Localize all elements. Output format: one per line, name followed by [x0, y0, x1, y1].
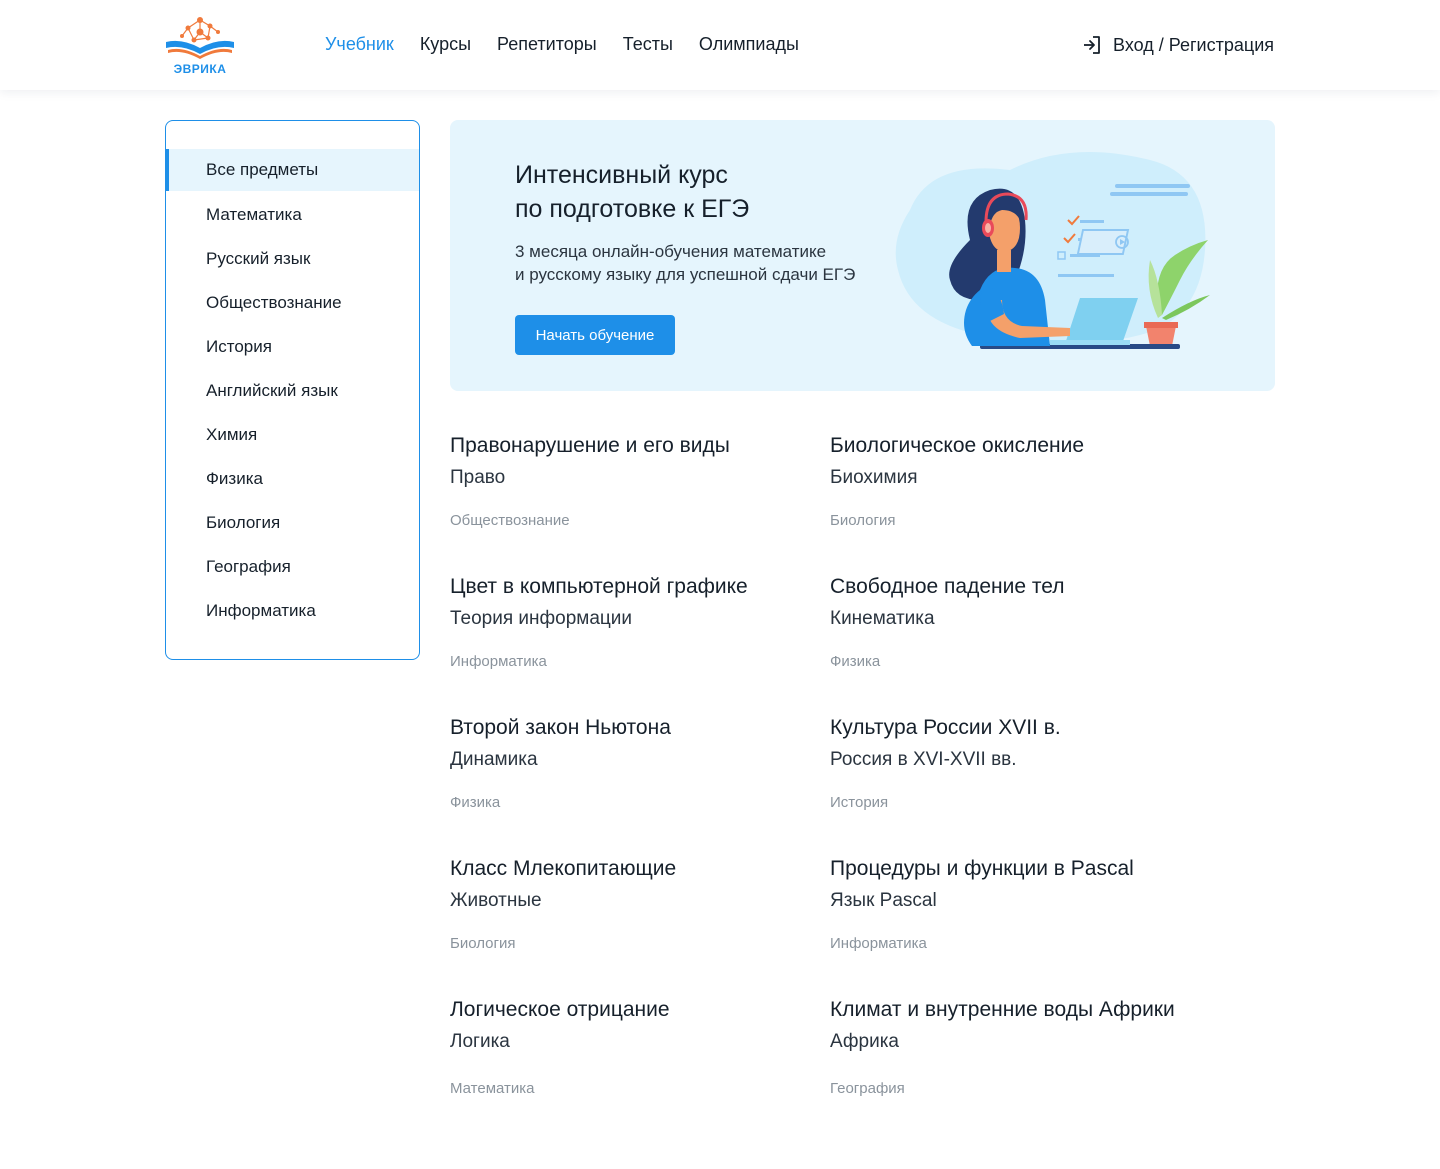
card-title: Климат и внутренние воды Африки — [830, 998, 1175, 1021]
card-subject: Информатика — [450, 653, 547, 670]
card-subject: Биология — [830, 512, 896, 529]
lesson-card[interactable]: Класс Млекопитающие Животные Биология — [450, 855, 820, 975]
sidebar-item-chemistry[interactable]: Химия — [166, 413, 419, 457]
sidebar-item-math[interactable]: Математика — [166, 193, 419, 237]
login-icon — [1084, 36, 1100, 54]
card-topic: Африка — [830, 1031, 899, 1052]
card-title: Свободное падение тел — [830, 575, 1065, 598]
banner-subtitle: 3 месяца онлайн-обучения математике и ру… — [515, 240, 895, 286]
card-subject: Физика — [450, 794, 501, 811]
login-button[interactable]: Вход / Регистрация — [1081, 34, 1274, 56]
card-topic: Россия в XVI-XVII вв. — [830, 749, 1017, 770]
card-title: Биологическое окисление — [830, 434, 1085, 457]
card-title: Культура России XVII в. — [830, 716, 1061, 739]
banner-title-line1: Интенсивный курс — [515, 161, 728, 189]
logo[interactable]: ЭВРИКА — [164, 12, 236, 78]
card-subject: Физика — [830, 653, 881, 670]
login-label: Вход / Регистрация — [1113, 34, 1274, 55]
start-learning-button[interactable]: Начать обучение — [515, 315, 675, 355]
card-title: Класс Млекопитающие — [450, 857, 677, 880]
sidebar-item-english[interactable]: Английский язык — [166, 369, 419, 413]
card-subject: География — [830, 1080, 905, 1097]
lesson-card[interactable]: Логическое отрицание Логика Математика — [450, 996, 820, 1116]
banner-subtitle-line2: и русскому языку для успешной сдачи ЕГЭ — [515, 265, 856, 284]
sidebar-item-history[interactable]: История — [166, 325, 419, 369]
card-subject: Биология — [450, 935, 516, 952]
lesson-card[interactable]: Цвет в компьютерной графике Теория инфор… — [450, 573, 820, 693]
banner-title: Интенсивный курс по подготовке к ЕГЭ — [515, 158, 835, 226]
subject-sidebar: Все предметы Математика Русский язык Общ… — [165, 120, 420, 660]
card-topic: Право — [450, 467, 506, 488]
card-subject: Математика — [450, 1080, 535, 1097]
card-topic: Теория информации — [450, 608, 633, 629]
student-laptop-illustration — [895, 152, 1210, 349]
nav-olympiads[interactable]: Олимпиады — [699, 34, 799, 55]
card-topic: Динамика — [450, 749, 538, 770]
lesson-card[interactable]: Биологическое окисление Биохимия Биологи… — [830, 432, 1200, 552]
site-header: ЭВРИКА Учебник Курсы Репетиторы Тесты Ол… — [0, 0, 1440, 90]
main-nav: Учебник Курсы Репетиторы Тесты Олимпиады — [325, 34, 799, 55]
card-title: Процедуры и функции в Pascal — [830, 857, 1134, 880]
card-topic: Кинематика — [830, 608, 935, 629]
banner-subtitle-line1: 3 месяца онлайн-обучения математике — [515, 242, 827, 261]
sidebar-item-all[interactable]: Все предметы — [166, 149, 419, 191]
card-topic: Язык Pascal — [830, 890, 937, 911]
promo-banner: Интенсивный курс по подготовке к ЕГЭ 3 м… — [450, 120, 1275, 391]
card-subject: Обществознание — [450, 512, 570, 529]
lesson-card[interactable]: Правонарушение и его виды Право Общество… — [450, 432, 820, 552]
lesson-card[interactable]: Второй закон Ньютона Динамика Физика — [450, 714, 820, 834]
sidebar-item-geography[interactable]: География — [166, 545, 419, 589]
nav-textbook[interactable]: Учебник — [325, 34, 394, 55]
card-title: Цвет в компьютерной графике — [450, 575, 748, 598]
nav-tests[interactable]: Тесты — [623, 34, 673, 55]
card-title: Правонарушение и его виды — [450, 434, 730, 457]
card-title: Второй закон Ньютона — [450, 716, 671, 739]
sidebar-item-informatics[interactable]: Информатика — [166, 589, 419, 633]
sidebar-item-social[interactable]: Обществознание — [166, 281, 419, 325]
card-topic: Биохимия — [830, 467, 918, 488]
sidebar-item-russian[interactable]: Русский язык — [166, 237, 419, 281]
card-topic: Логика — [450, 1031, 510, 1052]
lesson-card[interactable]: Климат и внутренние воды Африки Африка Г… — [830, 996, 1200, 1116]
logo-text: ЭВРИКА — [173, 62, 227, 76]
sidebar-item-physics[interactable]: Физика — [166, 457, 419, 501]
card-title: Логическое отрицание — [450, 998, 670, 1021]
nav-tutors[interactable]: Репетиторы — [497, 34, 597, 55]
logo-book-icon — [166, 17, 234, 59]
lesson-card[interactable]: Культура России XVII в. Россия в XVI-XVI… — [830, 714, 1200, 834]
lesson-card[interactable]: Процедуры и функции в Pascal Язык Pascal… — [830, 855, 1200, 975]
nav-courses[interactable]: Курсы — [420, 34, 471, 55]
sidebar-item-biology[interactable]: Биология — [166, 501, 419, 545]
card-subject: История — [830, 794, 889, 811]
lesson-card[interactable]: Свободное падение тел Кинематика Физика — [830, 573, 1200, 693]
card-topic: Животные — [450, 890, 542, 911]
banner-title-line2: по подготовке к ЕГЭ — [515, 195, 750, 223]
card-subject: Информатика — [830, 935, 927, 952]
